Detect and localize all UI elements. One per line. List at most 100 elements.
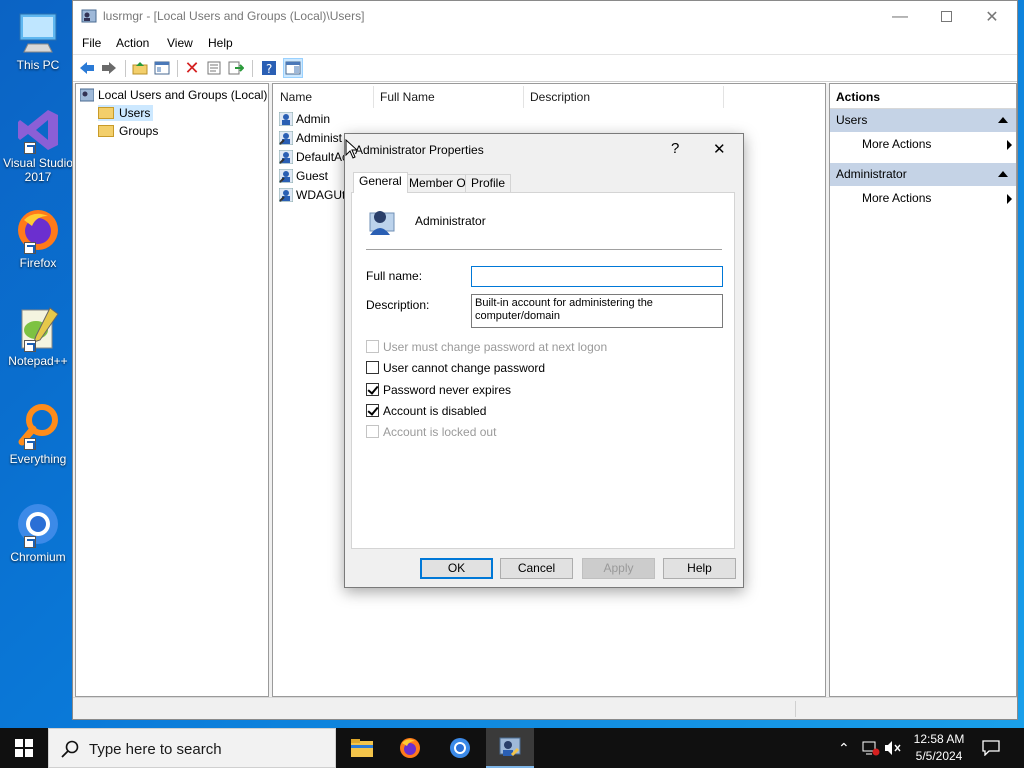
- column-divider[interactable]: [523, 86, 524, 108]
- taskbar-search-box[interactable]: Type here to search: [48, 728, 336, 768]
- actions-section-administrator[interactable]: Administrator: [830, 163, 1016, 186]
- cancel-button[interactable]: Cancel: [500, 558, 573, 579]
- taskbar-firefox[interactable]: [386, 728, 434, 768]
- user-disabled-icon: [278, 149, 294, 165]
- dialog-help-button[interactable]: ?: [671, 140, 679, 157]
- firefox-icon: [400, 738, 420, 758]
- tree-item-users[interactable]: Users: [98, 105, 154, 121]
- network-button[interactable]: [862, 728, 880, 768]
- submenu-arrow-icon: [1007, 194, 1012, 204]
- user-row-admin[interactable]: Admin: [278, 111, 330, 127]
- properties-button[interactable]: [204, 58, 224, 78]
- checkbox-label: Account is locked out: [383, 425, 497, 439]
- user-row-guest[interactable]: Guest: [278, 168, 328, 184]
- back-button[interactable]: [77, 58, 97, 78]
- export-list-button[interactable]: [226, 58, 246, 78]
- desktop-icon-notepad-plus[interactable]: Notepad++: [2, 304, 74, 368]
- desktop-icon-chromium[interactable]: Chromium: [2, 500, 74, 564]
- user-name: Administ: [296, 131, 343, 145]
- desktop-icon-this-pc[interactable]: This PC: [2, 8, 74, 72]
- column-header-name[interactable]: Name: [280, 90, 312, 104]
- desktop-icon-firefox[interactable]: Firefox: [2, 206, 74, 270]
- folder-up-icon: [132, 62, 148, 75]
- delete-button[interactable]: ✕: [182, 58, 202, 78]
- desktop-icon-visual-studio[interactable]: Visual Studio 2017: [2, 106, 74, 184]
- tab-general[interactable]: General: [353, 172, 408, 193]
- help-button[interactable]: ?: [259, 58, 279, 78]
- minimize-button[interactable]: —: [877, 1, 923, 32]
- desktop-icon-everything[interactable]: Everything: [2, 402, 74, 466]
- taskbar-file-explorer[interactable]: [338, 728, 386, 768]
- menu-help[interactable]: Help: [208, 36, 233, 50]
- column-header-description[interactable]: Description: [530, 90, 590, 104]
- taskbar-clock[interactable]: 12:58 AM 5/5/2024: [900, 731, 978, 765]
- full-name-field[interactable]: [471, 266, 723, 287]
- actions-section-users[interactable]: Users: [830, 109, 1016, 132]
- up-one-level-button[interactable]: [130, 58, 150, 78]
- checkbox-box: [366, 361, 379, 374]
- user-disabled-icon: [278, 187, 294, 203]
- console-tree: Local Users and Groups (Local) Users Gro…: [75, 83, 269, 697]
- column-divider[interactable]: [723, 86, 724, 108]
- magnifier-icon: [14, 402, 62, 450]
- checkbox-must-change-password[interactable]: User must change password at next logon: [366, 340, 607, 354]
- menu-bar: File Action View Help: [73, 32, 1017, 54]
- user-row-defaultaccount[interactable]: DefaultAc: [278, 149, 348, 165]
- checkbox-account-locked-out[interactable]: Account is locked out: [366, 425, 496, 439]
- forward-button[interactable]: [99, 58, 119, 78]
- column-divider[interactable]: [373, 86, 374, 108]
- description-field[interactable]: Built-in account for administering the c…: [471, 294, 723, 328]
- checkbox-label: Account is disabled: [383, 404, 487, 418]
- user-row-administrator[interactable]: Administ: [278, 130, 343, 146]
- actions-title: Actions: [830, 86, 1016, 109]
- arrow-right-icon: [102, 62, 116, 74]
- tab-label: Profile: [471, 176, 506, 190]
- apply-button[interactable]: Apply: [582, 558, 655, 579]
- toolbar-separator: [125, 60, 126, 77]
- close-button[interactable]: ✕: [969, 1, 1015, 32]
- ok-button[interactable]: OK: [420, 558, 493, 579]
- dialog-close-button[interactable]: ✕: [713, 140, 726, 158]
- menu-file[interactable]: File: [82, 36, 101, 50]
- start-button[interactable]: [0, 728, 48, 768]
- window-titlebar[interactable]: lusrmgr - [Local Users and Groups (Local…: [73, 1, 1017, 32]
- help-dialog-button[interactable]: Help: [663, 558, 736, 579]
- chromium-icon: [14, 500, 62, 548]
- checkbox-checked-icon: [366, 404, 379, 417]
- tree-root[interactable]: Local Users and Groups (Local): [79, 88, 267, 102]
- folder-icon: [98, 107, 114, 119]
- users-console-icon: [81, 8, 97, 24]
- taskbar: Type here to search ⌃ 12:58 AM 5/5/2024: [0, 728, 1024, 768]
- show-hide-action-pane-button[interactable]: [283, 58, 303, 78]
- network-disconnected-icon: [862, 741, 880, 756]
- checkbox-password-never-expires[interactable]: Password never expires: [366, 383, 511, 397]
- menu-action[interactable]: Action: [116, 36, 149, 50]
- svg-text:?: ?: [266, 62, 272, 76]
- shortcut-arrow-icon: [24, 142, 36, 154]
- checkbox-account-disabled[interactable]: Account is disabled: [366, 404, 486, 418]
- taskbar-lusrmgr[interactable]: [486, 728, 534, 768]
- tree-item-groups[interactable]: Groups: [98, 124, 158, 138]
- maximize-button[interactable]: [923, 1, 969, 32]
- close-icon: ✕: [985, 8, 999, 26]
- checkbox-cannot-change-password[interactable]: User cannot change password: [366, 361, 545, 375]
- more-actions-administrator[interactable]: More Actions: [862, 191, 1012, 205]
- tree-item-label: Users: [119, 106, 151, 120]
- header-separator: [366, 249, 722, 250]
- show-hidden-icons-button[interactable]: ⌃: [838, 728, 850, 768]
- checkbox-box: [366, 340, 379, 353]
- taskbar-chromium[interactable]: [436, 728, 484, 768]
- menu-view[interactable]: View: [167, 36, 193, 50]
- column-header-full-name[interactable]: Full Name: [380, 90, 435, 104]
- tab-profile[interactable]: Profile: [465, 174, 512, 192]
- maximize-icon: [940, 11, 952, 22]
- shortcut-arrow-icon: [24, 536, 36, 548]
- checkbox-label: User cannot change password: [383, 361, 546, 375]
- status-bar: [73, 697, 1017, 719]
- show-hide-tree-button[interactable]: [152, 58, 172, 78]
- more-actions-users[interactable]: More Actions: [862, 137, 1012, 151]
- window-title: lusrmgr - [Local Users and Groups (Local…: [103, 9, 365, 23]
- action-center-button[interactable]: [982, 728, 1000, 768]
- toolbar-separator: [252, 60, 253, 77]
- user-row-wdagutility[interactable]: WDAGUti: [278, 187, 348, 203]
